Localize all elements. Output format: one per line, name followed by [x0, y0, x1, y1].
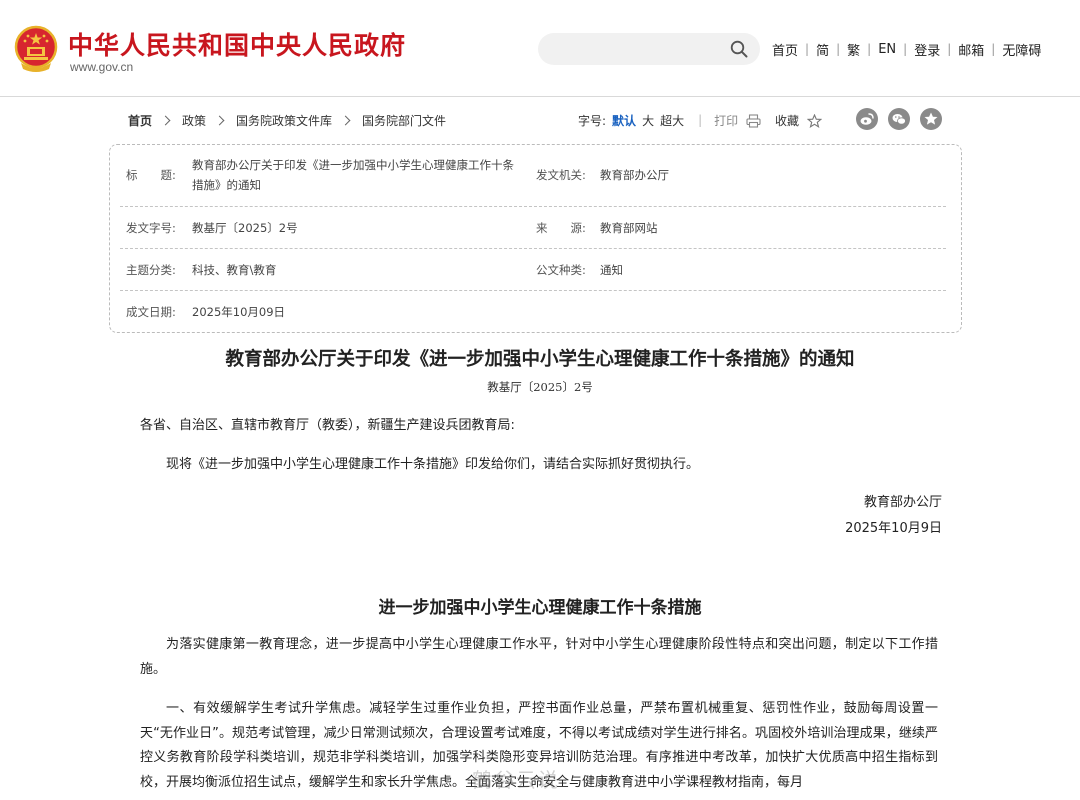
article-intro: 现将《进一步加强中小学生心理健康工作十条措施》印发给你们，请结合实际抓好贯彻执行… — [166, 457, 700, 472]
meta-doctype-value: 通知 — [600, 263, 623, 277]
chevron-right-icon — [160, 115, 171, 125]
nav-separator: | — [867, 42, 872, 56]
chevron-right-icon — [214, 115, 225, 125]
meta-category-value: 科技、教育\教育 — [192, 263, 277, 277]
breadcrumb-home[interactable]: 首页 — [128, 112, 152, 129]
article-title: 教育部办公厅关于印发《进一步加强中小学生心理健康工作十条措施》的通知 — [225, 349, 855, 370]
toolbar-divider: | — [698, 113, 703, 127]
breadcrumb-policy[interactable]: 政策 — [182, 112, 206, 129]
article-sign-date: 2025年10月9日 — [845, 521, 942, 536]
chevron-right-icon — [340, 115, 351, 125]
nav-separator: | — [991, 42, 996, 56]
favorite-share-button[interactable] — [920, 108, 942, 130]
site-url: www.gov.cn — [70, 60, 134, 74]
breadcrumb-department-docs[interactable]: 国务院部门文件 — [362, 112, 446, 129]
search-box — [538, 33, 760, 65]
top-nav: 首页 | 简 | 繁 | EN | 登录 | 邮箱 | 无障碍 — [772, 39, 1041, 59]
meta-date-value: 2025年10月09日 — [192, 305, 286, 319]
meta-issuer-label: 发文机关: — [536, 168, 586, 182]
font-size-label: 字号: — [578, 113, 607, 128]
breadcrumb: 首页 政策 国务院政策文件库 国务院部门文件 — [128, 111, 446, 129]
weibo-share-button[interactable] — [856, 108, 878, 130]
meta-row-title: 标 题: 教育部办公厅关于印发《进一步加强中小学生心理健康工作十条 措施》的通知… — [120, 145, 946, 207]
font-size-xlarge[interactable]: 超大 — [660, 112, 684, 129]
font-size-large[interactable]: 大 — [642, 112, 654, 129]
meta-docno-value: 教基厅〔2025〕2号 — [192, 221, 298, 235]
meta-source-value: 教育部网站 — [600, 221, 658, 235]
wechat-share-button[interactable] — [888, 108, 910, 130]
national-emblem-icon[interactable] — [13, 25, 59, 73]
measures-title: 进一步加强中小学生心理健康工作十条措施 — [378, 598, 702, 618]
article-doc-code: 教基厅〔2025〕2号 — [487, 380, 593, 394]
watermark-text: 鹤谷云说 — [472, 768, 560, 792]
article-toolbar: 字号: 默认 大 超大 | 打印 收藏 — [578, 110, 822, 130]
wechat-icon — [892, 114, 906, 125]
nav-separator: | — [836, 42, 841, 56]
favorite-button[interactable]: 收藏 — [775, 112, 822, 129]
meta-row-date: 成文日期: 2025年10月09日 — [120, 291, 946, 333]
nav-separator: | — [805, 42, 810, 56]
meta-date-label: 成文日期: — [126, 305, 176, 319]
meta-title-value-line1: 教育部办公厅关于印发《进一步加强中小学生心理健康工作十条 — [192, 158, 514, 172]
nav-separator: | — [903, 42, 908, 56]
article-signature: 教育部办公厅 — [863, 495, 942, 510]
nav-mail[interactable]: 邮箱 — [958, 40, 984, 59]
favorite-star-icon — [924, 112, 938, 125]
printer-icon — [746, 114, 761, 128]
nav-accessibility[interactable]: 无障碍 — [1002, 40, 1041, 59]
meta-category-label: 主题分类: — [126, 263, 176, 277]
site-title[interactable]: 中华人民共和国中央人民政府 — [68, 26, 406, 62]
nav-home[interactable]: 首页 — [772, 40, 798, 59]
meta-docno-label: 发文字号: — [126, 221, 176, 235]
search-icon[interactable] — [730, 40, 748, 58]
meta-row-docno: 发文字号: 教基厅〔2025〕2号 来 源: 教育部网站 — [120, 207, 946, 249]
document-meta-box: 标 题: 教育部办公厅关于印发《进一步加强中小学生心理健康工作十条 措施》的通知… — [109, 144, 962, 333]
search-input[interactable] — [552, 39, 722, 59]
meta-doctype-label: 公文种类: — [536, 263, 586, 277]
meta-issuer-value: 教育部办公厅 — [600, 168, 669, 182]
article-paragraph: 为落实健康第一教育理念，进一步提高中小学生心理健康工作水平，针对中小学生心理健康… — [140, 637, 938, 677]
print-label: 打印 — [714, 113, 739, 128]
star-outline-icon — [806, 114, 822, 128]
breadcrumb-policy-library[interactable]: 国务院政策文件库 — [236, 112, 332, 129]
meta-row-category: 主题分类: 科技、教育\教育 公文种类: 通知 — [120, 249, 946, 291]
meta-title-value-line2: 措施》的通知 — [192, 178, 261, 192]
weibo-icon — [860, 113, 874, 125]
nav-simplified[interactable]: 简 — [816, 40, 829, 59]
site-header: 中华人民共和国中央人民政府 www.gov.cn 首页 | 简 | 繁 | EN… — [0, 0, 1080, 97]
nav-traditional[interactable]: 繁 — [847, 40, 860, 59]
font-size-default[interactable]: 默认 — [612, 112, 636, 129]
meta-title-value: 教育部办公厅关于印发《进一步加强中小学生心理健康工作十条 措施》的通知 — [192, 155, 542, 195]
nav-english[interactable]: EN — [878, 42, 896, 57]
meta-source-label: 来 源: — [536, 221, 586, 235]
nav-separator: | — [947, 42, 952, 56]
nav-login[interactable]: 登录 — [914, 40, 940, 59]
article-salutation: 各省、自治区、直辖市教育厅（教委），新疆生产建设兵团教育局: — [140, 418, 515, 433]
print-button[interactable]: 打印 — [714, 112, 761, 129]
meta-title-label: 标 题: — [126, 168, 176, 182]
favorite-label: 收藏 — [774, 113, 799, 128]
